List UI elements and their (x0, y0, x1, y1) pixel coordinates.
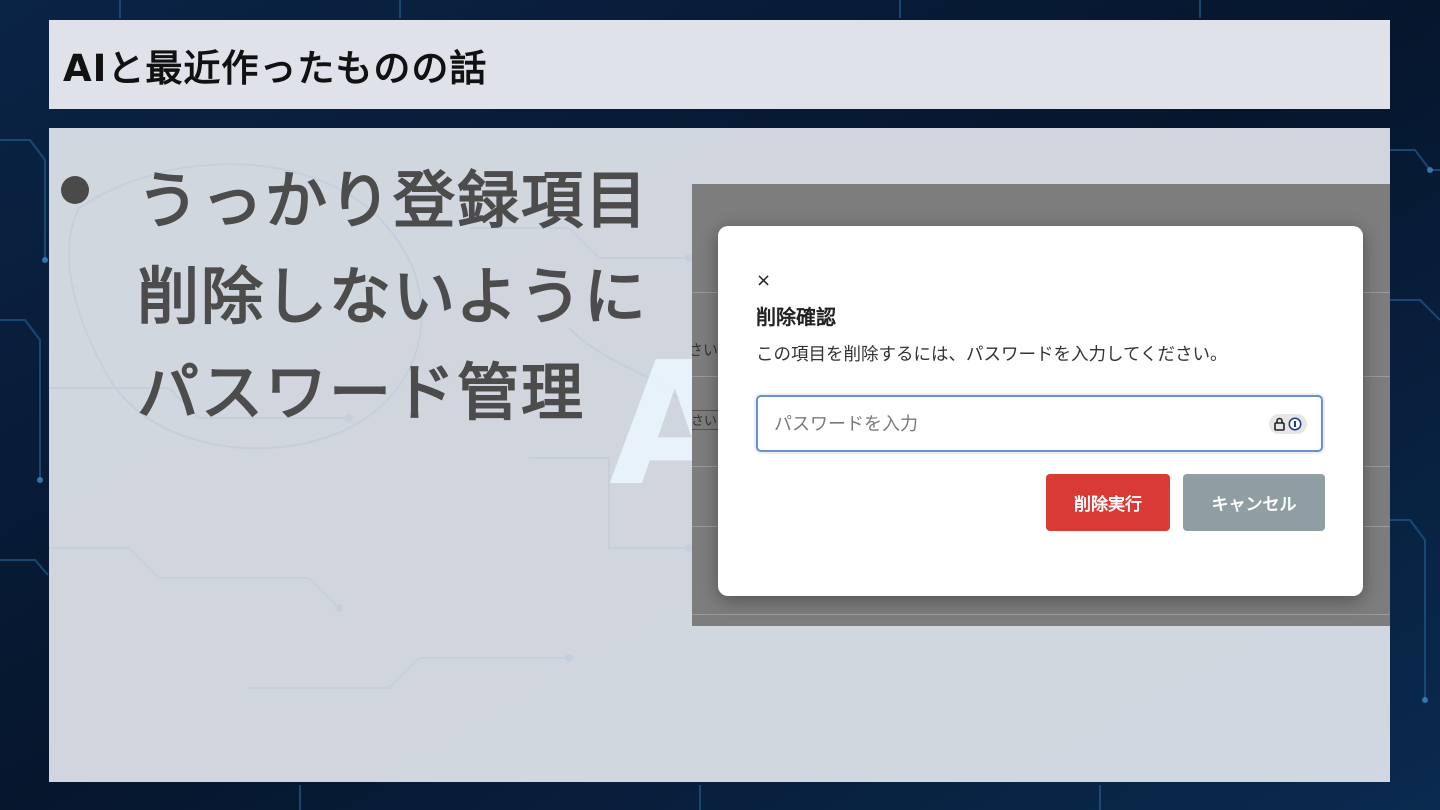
delete-confirm-dialog: × 削除確認 この項目を削除するには、パスワードを入力してください。 削除実行 … (718, 226, 1363, 596)
bullet-text-line-1: うっかり登録項目 (137, 164, 650, 237)
underlay-field-fragment: さい (692, 410, 720, 430)
dialog-message: この項目を削除するには、パスワードを入力してください。 (756, 345, 1228, 365)
underlay-divider (692, 614, 1390, 615)
password-input[interactable] (772, 397, 1256, 452)
cancel-button[interactable]: キャンセル (1183, 474, 1325, 531)
bullet-text-line-3: パスワード管理 (137, 356, 586, 429)
embedded-app-screenshot: さい さい × 削除確認 この項目を削除するには、パスワードを入力してください。… (692, 184, 1390, 626)
slide-title: AIと最近作ったものの話 (63, 46, 488, 90)
bullet-text-line-2: 削除しないように (137, 260, 648, 333)
dialog-title: 削除確認 (756, 305, 836, 329)
password-field (756, 395, 1323, 452)
lock-info-icon[interactable] (1269, 414, 1307, 434)
delete-execute-button[interactable]: 削除実行 (1046, 474, 1170, 531)
bullet-dot-icon (61, 176, 89, 204)
underlay-text-fragment: さい (692, 341, 719, 359)
slide-title-bar: AIと最近作ったものの話 (49, 20, 1390, 109)
close-icon[interactable]: × (756, 270, 771, 291)
underlay-text-fragment: さい (692, 414, 718, 429)
